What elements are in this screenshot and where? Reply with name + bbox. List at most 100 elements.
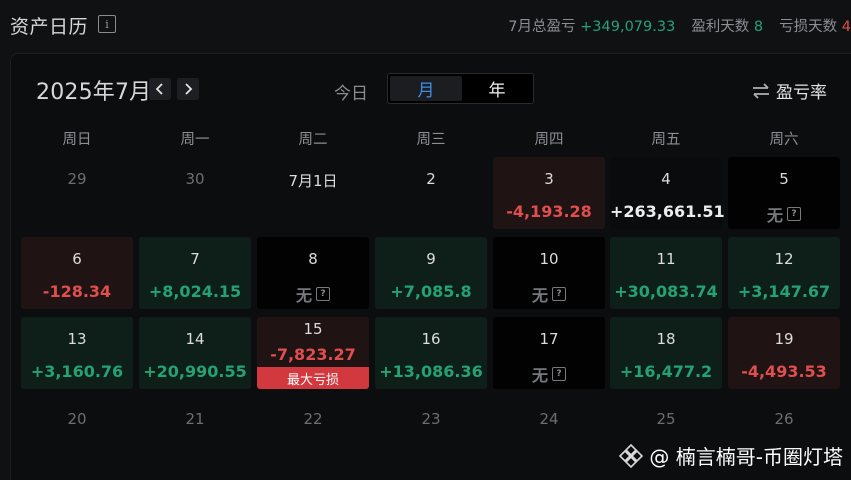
day-number: 3 bbox=[544, 170, 554, 188]
pnl-ratio-toggle[interactable]: 盈亏率 bbox=[752, 78, 827, 103]
calendar-day-cell[interactable]: 8 无? bbox=[257, 237, 369, 309]
calendar-day-cell[interactable]: 7月1日 bbox=[257, 157, 369, 229]
calendar-day-cell[interactable]: 14 +20,990.55 bbox=[139, 317, 251, 389]
calendar-day-cell[interactable]: 12 +3,147.67 bbox=[728, 237, 840, 309]
calendar-day-cell[interactable]: 16 +13,086.36 bbox=[375, 317, 487, 389]
calendar-day-cell[interactable]: 7 +8,024.15 bbox=[139, 237, 251, 309]
weekday-label: 周二 bbox=[298, 132, 328, 148]
calendar-day-cell[interactable]: 6 -128.34 bbox=[21, 237, 133, 309]
profit-value: +3,147.67 bbox=[737, 282, 831, 301]
top-bar: 资产日历 i 7月总盈亏 +349,079.33 盈利天数 8 亏损天数 4 bbox=[0, 0, 851, 50]
calendar-day-cell[interactable]: 19 -4,493.53 bbox=[728, 317, 840, 389]
calendar-day-cell[interactable]: 29 bbox=[21, 157, 133, 229]
loss-days: 亏损天数 4 bbox=[779, 15, 851, 36]
profit-value: +8,024.15 bbox=[148, 282, 242, 301]
view-toggle: 月 年 bbox=[387, 73, 534, 104]
weekday-label: 周一 bbox=[180, 132, 210, 148]
calendar-day-cell[interactable]: 2 bbox=[375, 157, 487, 229]
day-number: 15 bbox=[303, 320, 323, 338]
day-number: 6 bbox=[72, 250, 82, 268]
today-button[interactable]: 今日 bbox=[334, 79, 368, 104]
profit-value: +7,085.8 bbox=[390, 282, 472, 301]
total-pnl-value: +349,079.33 bbox=[580, 19, 676, 35]
help-icon[interactable]: ? bbox=[552, 367, 566, 381]
diamond-logo-icon bbox=[619, 443, 644, 468]
month-summary: 7月总盈亏 +349,079.33 盈利天数 8 亏损天数 4 bbox=[492, 15, 851, 36]
day-number: 8 bbox=[308, 250, 318, 268]
weekday-label: 周四 bbox=[534, 132, 564, 148]
loss-value: -4,493.53 bbox=[741, 362, 827, 381]
max-loss-badge: 最大亏损 bbox=[257, 367, 369, 389]
day-number: 21 bbox=[185, 410, 205, 428]
calendar-day-cell[interactable]: 13 +3,160.76 bbox=[21, 317, 133, 389]
chevron-left-icon bbox=[155, 83, 163, 95]
calendar-day-cell[interactable]: 30 bbox=[139, 157, 251, 229]
profit-value: +20,990.55 bbox=[143, 362, 247, 381]
view-month-tab[interactable]: 月 bbox=[390, 76, 462, 101]
next-month-button[interactable] bbox=[177, 78, 199, 100]
day-number: 18 bbox=[656, 330, 676, 348]
no-trade-value: 无? bbox=[257, 282, 369, 306]
no-trade-text: 无 bbox=[531, 366, 548, 385]
calendar-day-cell[interactable]: 20 bbox=[21, 397, 133, 469]
day-number: 19 bbox=[774, 330, 794, 348]
profit-value: +16,477.2 bbox=[619, 362, 713, 381]
day-number: 29 bbox=[67, 170, 87, 188]
day-number: 4 bbox=[661, 170, 671, 188]
calendar-day-cell[interactable]: 23 bbox=[375, 397, 487, 469]
watermark: @ 楠言楠哥-币圈灯塔 bbox=[619, 441, 843, 470]
calendar-day-cell[interactable]: 15 -7,823.27 最大亏损 bbox=[257, 317, 369, 389]
view-year-tab[interactable]: 年 bbox=[462, 76, 532, 101]
calendar-day-cell[interactable]: 11 +30,083.74 bbox=[610, 237, 722, 309]
calendar-day-cell[interactable]: 22 bbox=[257, 397, 369, 469]
watermark-text: @ 楠言楠哥-币圈灯塔 bbox=[649, 445, 843, 469]
profit-days: 盈利天数 8 bbox=[691, 15, 763, 36]
day-number: 14 bbox=[185, 330, 205, 348]
weekday-label: 周三 bbox=[416, 132, 446, 148]
calendar-day-cell[interactable]: 18 +16,477.2 bbox=[610, 317, 722, 389]
info-icon[interactable]: i bbox=[98, 15, 116, 33]
help-icon[interactable]: ? bbox=[552, 287, 566, 301]
day-number: 20 bbox=[67, 410, 87, 428]
day-number: 30 bbox=[185, 170, 205, 188]
calendar-day-cell[interactable]: 24 bbox=[493, 397, 605, 469]
profit-value: +3,160.76 bbox=[30, 362, 124, 381]
loss-days-label: 亏损天数 bbox=[779, 19, 838, 35]
no-trade-text: 无 bbox=[766, 206, 783, 225]
total-pnl-label: 7月总盈亏 bbox=[508, 19, 576, 35]
day-number: 25 bbox=[656, 410, 676, 428]
day-number: 24 bbox=[539, 410, 559, 428]
prev-month-button[interactable] bbox=[149, 78, 171, 100]
calendar-day-cell[interactable]: 5 无? bbox=[728, 157, 840, 229]
total-pnl: 7月总盈亏 +349,079.33 bbox=[508, 15, 675, 36]
loss-days-value: 4 bbox=[841, 19, 851, 35]
swap-icon bbox=[753, 82, 769, 99]
calendar-day-cell[interactable]: 4 +263,661.51 bbox=[610, 157, 725, 229]
no-trade-value: 无? bbox=[493, 282, 605, 306]
day-number: 2 bbox=[426, 170, 436, 188]
no-trade-value: 无? bbox=[493, 362, 605, 386]
no-trade-text: 无 bbox=[295, 286, 312, 305]
calendar-day-cell[interactable]: 17 无? bbox=[493, 317, 605, 389]
no-trade-text: 无 bbox=[531, 286, 548, 305]
day-number: 10 bbox=[539, 250, 559, 268]
calendar-day-cell[interactable]: 10 无? bbox=[493, 237, 605, 309]
month-title: 2025年7月 bbox=[36, 80, 152, 105]
profit-value: +263,661.51 bbox=[610, 202, 725, 221]
calendar-day-cell[interactable]: 21 bbox=[139, 397, 251, 469]
help-icon[interactable]: ? bbox=[316, 287, 330, 301]
day-number: 13 bbox=[67, 330, 87, 348]
profit-days-label: 盈利天数 bbox=[691, 19, 750, 35]
day-number: 11 bbox=[656, 250, 676, 268]
day-number: 23 bbox=[421, 410, 441, 428]
loss-value: -4,193.28 bbox=[506, 202, 592, 221]
help-icon[interactable]: ? bbox=[787, 207, 801, 221]
calendar-day-cell[interactable]: 3 -4,193.28 bbox=[493, 157, 605, 229]
calendar-day-cell[interactable]: 9 +7,085.8 bbox=[375, 237, 487, 309]
weekday-label: 周六 bbox=[769, 132, 799, 148]
day-number: 7 bbox=[190, 250, 200, 268]
pnl-ratio-label: 盈亏率 bbox=[776, 83, 827, 103]
day-number: 12 bbox=[774, 250, 794, 268]
day-number: 16 bbox=[421, 330, 441, 348]
day-number: 17 bbox=[539, 330, 559, 348]
